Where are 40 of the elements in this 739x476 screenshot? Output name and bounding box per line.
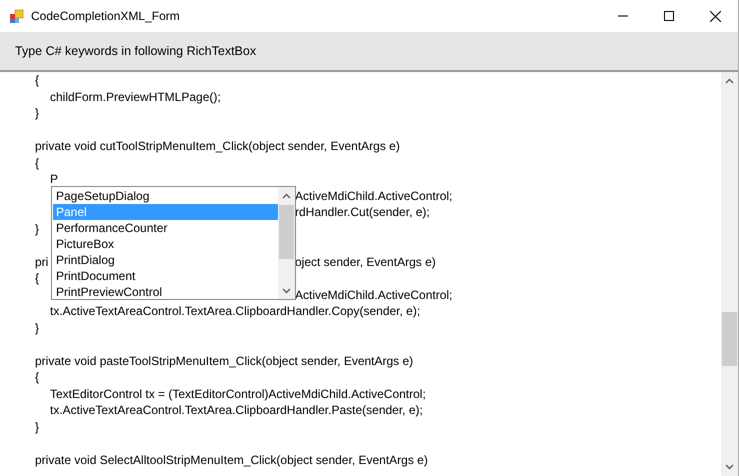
completion-item[interactable]: PrintPreviewControl — [53, 284, 278, 300]
code-line: } — [35, 418, 40, 435]
code-line: tx.ActiveTextAreaControl.TextArea.ClipboardHandler.Copy(sender, e); — [50, 303, 420, 320]
scrollbar-thumb[interactable] — [722, 312, 737, 366]
popup-scrollbar[interactable] — [278, 187, 295, 299]
scroll-up-icon — [282, 193, 291, 199]
code-line: rdHandler.Cut(sender, e); — [295, 204, 430, 220]
window-title: CodeCompletionXML_Form — [31, 8, 180, 25]
scroll-up-icon — [725, 78, 734, 84]
code-line: pri — [35, 254, 48, 270]
code-line: ActiveMdiChild.ActiveControl; — [295, 188, 452, 204]
code-line: { — [35, 270, 40, 286]
code-line: { — [35, 154, 40, 171]
code-line: TextEditorControl tx = (TextEditorControl)ActiveMdiChild.ActiveControl; — [50, 386, 426, 402]
code-line: ActiveMdiChild.ActiveControl; — [295, 286, 452, 303]
scrollbar-thumb[interactable] — [279, 205, 294, 259]
close-icon — [710, 10, 720, 22]
completion-item[interactable]: PrintDialog — [53, 252, 278, 268]
completion-item[interactable]: PictureBox — [53, 236, 278, 252]
code-line: } — [35, 320, 40, 336]
instruction-label: Type C# keywords in following RichTextBox — [15, 42, 256, 60]
scroll-down-icon — [282, 288, 291, 294]
completion-item[interactable]: PageSetupDialog — [53, 188, 278, 204]
code-line: tx.ActiveTextAreaControl.TextArea.ClipboardHandler.Paste(sender, e); — [50, 402, 423, 418]
scroll-down-icon — [725, 464, 734, 470]
completion-item[interactable]: PrintDocument — [53, 268, 278, 284]
code-line: P — [50, 171, 58, 188]
code-line: } — [35, 220, 40, 237]
app-icon — [9, 8, 25, 24]
code-line: oject sender, EventArgs e) — [295, 254, 436, 270]
code-line: private void cutToolStripMenuItem_Click(object sender, EventArgs e) — [35, 138, 400, 154]
code-line: { — [35, 369, 40, 386]
code-line: private void SelectAlltoolStripMenuItem_Click(object sender, EventArgs e) — [35, 452, 428, 468]
vertical-scrollbar[interactable] — [721, 72, 738, 476]
maximize-icon — [664, 11, 674, 21]
code-line: private void pasteToolStripMenuItem_Click(object sender, EventArgs e) — [35, 352, 414, 369]
code-line: } — [35, 105, 40, 122]
code-line: childForm.PreviewHTMLPage(); — [50, 88, 221, 105]
completion-item[interactable]: PerformanceCounter — [53, 220, 278, 236]
code-line: { — [35, 72, 40, 88]
